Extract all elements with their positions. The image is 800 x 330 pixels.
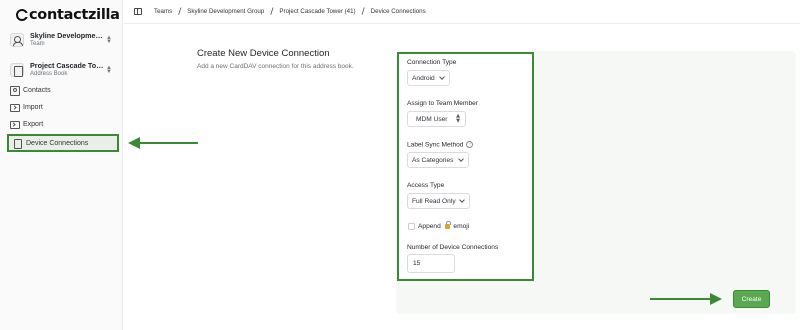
brand-name: contactzilla bbox=[29, 7, 120, 23]
sidebar-item-label: Import bbox=[23, 103, 43, 111]
label-sync-label-text: Label Sync Method bbox=[407, 141, 464, 149]
help-icon[interactable]: ? bbox=[466, 141, 474, 148]
team-member-label: Assign to Team Member bbox=[407, 100, 478, 107]
append-emoji-checkbox[interactable] bbox=[408, 223, 415, 230]
device-icon bbox=[13, 139, 22, 149]
book-icon bbox=[10, 63, 24, 77]
import-icon bbox=[10, 103, 20, 112]
access-type-label: Access Type bbox=[407, 182, 445, 189]
chevron-down-icon bbox=[458, 156, 464, 162]
address-book-name: Project Cascade Tow... bbox=[30, 62, 105, 71]
access-type-select[interactable]: Full Read Only bbox=[407, 193, 470, 209]
label-sync-select[interactable]: As Categories bbox=[407, 152, 469, 168]
address-book-switcher[interactable]: Project Cascade Tow... Address Book ▲ ▼ bbox=[6, 57, 116, 83]
team-switcher[interactable]: Skyline Developmen... Team ▲ ▼ bbox=[6, 27, 116, 53]
sidebar-toggle-icon[interactable] bbox=[134, 8, 142, 15]
breadcrumb-item[interactable]: Project Cascade Tower (41) bbox=[279, 8, 355, 15]
create-button[interactable]: Create bbox=[733, 290, 770, 308]
team-name: Skyline Developmen... bbox=[30, 32, 105, 41]
device-connections-input[interactable]: 15 bbox=[407, 254, 455, 273]
sidebar-item-label: Contacts bbox=[23, 86, 51, 94]
sidebar: contactzilla Skyline Developmen... Team … bbox=[0, 0, 123, 330]
chevron-updown-icon: ▲ ▼ bbox=[456, 113, 460, 124]
page-description: Add a new CardDAV connection for this ad… bbox=[197, 63, 354, 70]
contacts-icon bbox=[10, 86, 20, 96]
top-bar: Teams / Skyline Development Group / Proj… bbox=[124, 0, 800, 24]
append-emoji-suffix: emoji bbox=[453, 223, 470, 230]
team-member-value: MDM User bbox=[416, 115, 448, 123]
sidebar-item-export[interactable]: Export bbox=[6, 116, 118, 132]
sidebar-item-label: Export bbox=[23, 120, 44, 128]
chevron-updown-icon: ▲ ▼ bbox=[106, 35, 112, 45]
connection-type-select[interactable]: Android bbox=[407, 70, 450, 86]
breadcrumb-separator-icon: / bbox=[270, 6, 274, 17]
append-emoji-label: Append emoji bbox=[418, 220, 470, 230]
label-sync-label: Label Sync Method? bbox=[407, 141, 474, 149]
lock-emoji-icon bbox=[444, 220, 451, 229]
logo-icon bbox=[16, 9, 29, 21]
connection-type-label: Connection Type bbox=[407, 59, 457, 66]
sidebar-item-label: Device Connections bbox=[26, 139, 89, 147]
users-icon bbox=[10, 33, 24, 47]
breadcrumb-item[interactable]: Skyline Development Group bbox=[187, 8, 264, 15]
breadcrumb-current: Device Connections bbox=[370, 8, 426, 15]
append-emoji-text: Append bbox=[418, 223, 441, 230]
chevron-down-icon bbox=[439, 74, 445, 80]
breadcrumb: Teams / Skyline Development Group / Proj… bbox=[154, 7, 426, 17]
address-book-label: Address Book bbox=[30, 70, 68, 77]
export-icon bbox=[10, 120, 20, 129]
team-label: Team bbox=[30, 40, 45, 47]
sidebar-item-device-connections[interactable]: Device Connections bbox=[7, 134, 119, 152]
breadcrumb-item[interactable]: Teams bbox=[154, 8, 172, 15]
label-sync-value: As Categories bbox=[412, 156, 454, 164]
sidebar-item-import[interactable]: Import bbox=[6, 99, 118, 115]
device-connections-label: Number of Device Connections bbox=[407, 244, 499, 251]
access-type-value: Full Read Only bbox=[412, 197, 456, 205]
device-connections-value: 15 bbox=[413, 260, 421, 267]
breadcrumb-separator-icon: / bbox=[178, 6, 182, 17]
chevron-updown-icon: ▲ ▼ bbox=[106, 65, 112, 75]
page-title: Create New Device Connection bbox=[197, 48, 330, 59]
team-member-select[interactable]: MDM User ▲ ▼ bbox=[407, 111, 466, 127]
arrow-right-annotation bbox=[650, 293, 722, 305]
app-logo[interactable]: contactzilla bbox=[16, 7, 120, 23]
connection-type-value: Android bbox=[412, 74, 435, 82]
sidebar-item-contacts[interactable]: Contacts bbox=[6, 82, 118, 98]
arrow-left-annotation bbox=[128, 137, 198, 149]
chevron-down-icon bbox=[459, 197, 465, 203]
breadcrumb-separator-icon: / bbox=[361, 6, 365, 17]
